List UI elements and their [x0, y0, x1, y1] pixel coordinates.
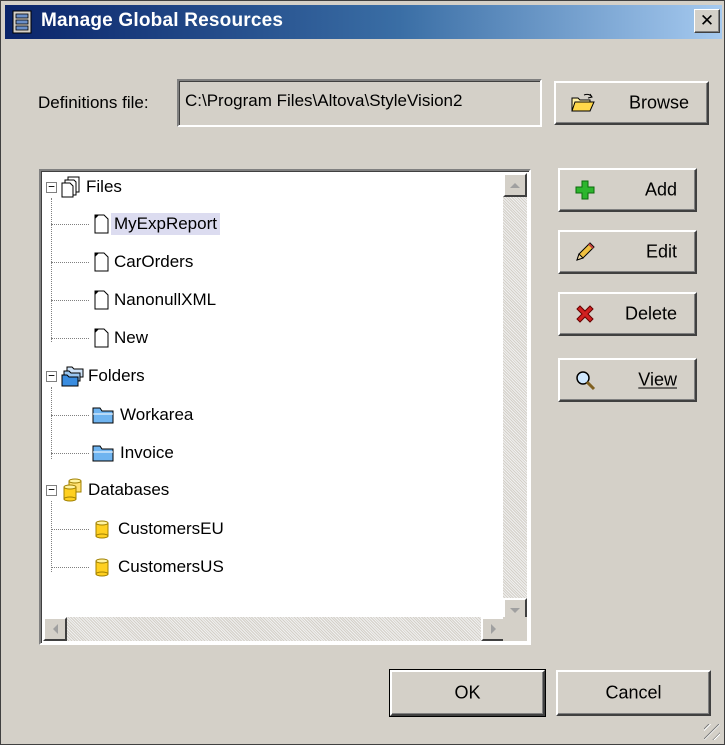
tree-item-label: Invoice: [120, 443, 174, 462]
tree-item-label: CustomersUS: [118, 557, 224, 576]
browse-button[interactable]: Browse: [554, 81, 709, 125]
ok-label: OK: [454, 682, 481, 703]
tree-line: [51, 453, 89, 454]
tree-item-invoice[interactable]: Invoice: [91, 440, 177, 466]
vertical-scrollbar[interactable]: [503, 173, 527, 622]
cancel-label: Cancel: [605, 682, 662, 703]
tree-line: [51, 262, 89, 263]
tree-item-nanonullxml[interactable]: NanonullXML: [91, 287, 219, 313]
tree-item-myexpreport[interactable]: MyExpReport: [91, 211, 220, 237]
resize-grip[interactable]: [704, 724, 720, 740]
collapse-toggle-folders[interactable]: −: [46, 370, 57, 382]
tree-group-files[interactable]: Files: [61, 174, 125, 200]
tree-line: [51, 567, 89, 568]
close-icon: ✕: [699, 11, 715, 31]
tree-item-label: New: [114, 328, 149, 347]
scroll-right-button[interactable]: [481, 617, 505, 641]
collapse-toggle-files[interactable]: −: [46, 181, 57, 193]
window-title: Manage Global Resources: [41, 10, 284, 31]
tree-line: [51, 224, 89, 225]
file-group-icon: [61, 176, 80, 198]
ok-button[interactable]: OK: [389, 669, 546, 717]
definitions-file-field[interactable]: C:\Program Files\Altova\StyleVision2: [177, 79, 542, 127]
scroll-up-button[interactable]: [503, 173, 527, 197]
view-label: View: [638, 369, 677, 390]
manage-global-resources-dialog: Manage Global Resources ✕ Definitions fi…: [0, 0, 725, 745]
horizontal-scrollbar[interactable]: [43, 617, 505, 641]
tree-line: [51, 501, 52, 572]
file-icon: [94, 290, 109, 310]
delete-button[interactable]: Delete: [558, 292, 697, 336]
tree-line: [51, 415, 89, 416]
pencil-icon: [574, 241, 596, 263]
tree-group-label: Databases: [88, 480, 170, 499]
edit-label: Edit: [645, 241, 677, 262]
arrow-left-icon: [52, 624, 58, 634]
folder-icon: [92, 445, 114, 462]
tree-group-folders[interactable]: Folders: [61, 363, 148, 389]
add-button[interactable]: Add: [558, 168, 697, 212]
database-icon: [95, 558, 109, 577]
tree-item-customersus[interactable]: CustomersUS: [91, 554, 227, 580]
magnifier-icon: [574, 369, 598, 391]
scroll-left-button[interactable]: [43, 617, 67, 641]
edit-button[interactable]: Edit: [558, 230, 697, 274]
arrow-down-icon: [510, 607, 520, 613]
tree-item-label: NanonullXML: [114, 290, 217, 309]
browse-label: Browse: [628, 92, 689, 113]
tree-group-label: Files: [86, 177, 122, 196]
file-icon: [94, 252, 109, 272]
file-icon: [94, 328, 109, 348]
database-icon: [95, 520, 109, 539]
tree-item-carorders[interactable]: CarOrders: [91, 249, 196, 275]
tree-line: [51, 198, 52, 342]
close-button[interactable]: ✕: [694, 9, 720, 33]
delete-x-icon: [574, 303, 596, 325]
collapse-toggle-databases[interactable]: −: [46, 484, 57, 496]
tree-item-label: CarOrders: [114, 252, 194, 271]
folder-group-icon: [61, 366, 84, 387]
definitions-file-label: Definitions file:: [38, 93, 149, 112]
tree-line: [51, 387, 52, 459]
folder-icon: [92, 407, 114, 424]
open-folder-icon: [570, 92, 596, 114]
tree-item-label: Workarea: [120, 405, 194, 424]
tree-item-new[interactable]: New: [91, 325, 151, 351]
tree-item-label: MyExpReport: [111, 213, 220, 235]
arrow-right-icon: [490, 624, 496, 634]
resources-tree[interactable]: − Files MyExpReport CarOrders NanonullXM…: [39, 169, 531, 645]
database-group-icon: [63, 478, 82, 502]
arrow-up-icon: [510, 182, 520, 188]
plus-icon: [574, 179, 596, 201]
tree-group-label: Folders: [88, 366, 145, 385]
view-button[interactable]: View: [558, 358, 697, 402]
add-label: Add: [644, 179, 677, 200]
tree-group-databases[interactable]: Databases: [61, 477, 172, 503]
file-icon: [94, 214, 109, 234]
tree-line: [51, 300, 89, 301]
delete-label: Delete: [624, 303, 677, 324]
tree-line: [51, 529, 89, 530]
tree-item-workarea[interactable]: Workarea: [91, 402, 196, 428]
tree-line: [51, 338, 89, 339]
dialog-icon: [12, 10, 32, 34]
tree-item-label: CustomersEU: [118, 519, 224, 538]
cancel-button[interactable]: Cancel: [556, 670, 711, 716]
scrollbar-corner: [503, 617, 527, 641]
title-bar[interactable]: Manage Global Resources ✕: [5, 5, 722, 39]
tree-item-customerseu[interactable]: CustomersEU: [91, 516, 227, 542]
